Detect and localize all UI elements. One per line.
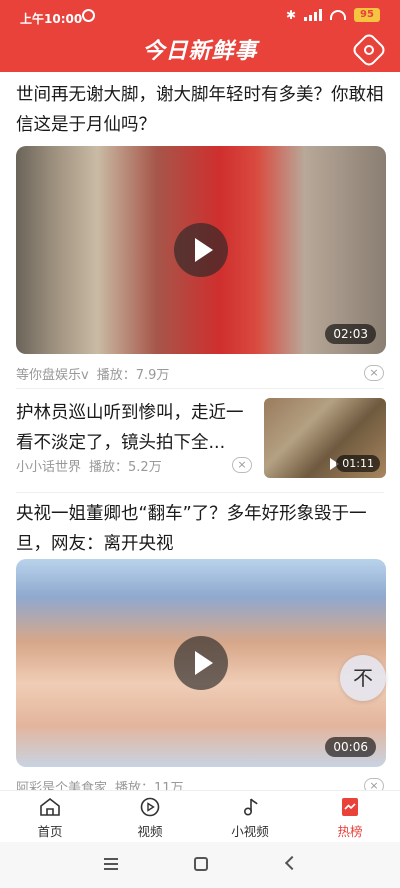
article-title[interactable]: 护林员巡山听到惨叫，走近一看不淡定了，镜头拍下全... [16, 398, 252, 458]
video-duration: 01:11 [336, 455, 380, 472]
tab-trending[interactable]: 热榜 [300, 791, 400, 842]
dismiss-icon[interactable]: × [364, 778, 384, 790]
video-play-icon [140, 797, 160, 817]
status-right-icons: ✱ 95 [286, 8, 380, 22]
divider [16, 388, 384, 389]
tab-video[interactable]: 视频 [100, 791, 200, 842]
article-meta: 小小话世界 播放：5.2万 [16, 456, 162, 475]
bluetooth-icon: ✱ [285, 8, 296, 22]
tab-label: 视频 [137, 824, 163, 839]
video-duration: 00:06 [325, 737, 376, 757]
battery-icon: 95 [354, 8, 380, 22]
play-count: 播放：7.9万 [96, 368, 170, 383]
scroll-to-top-button[interactable]: 不 [340, 655, 386, 701]
music-note-icon [244, 798, 258, 816]
play-icon[interactable] [174, 636, 228, 690]
wifi-icon [330, 10, 346, 20]
article-meta: 阿彩是个美食家 播放：11万 [16, 777, 184, 790]
feed-card-video[interactable]: 世间再无谢大脚，谢大脚年轻时有多美？你敢相信这是于月仙吗？ 02:03 等你盘娱… [16, 80, 386, 383]
status-time: 上午10:00 [20, 12, 83, 26]
feed-card-video[interactable]: 央视一姐董卿也“翻车”了？多年好形象毁于一旦，网友：离开央视 00:06 阿彩是… [16, 499, 386, 790]
trending-icon [342, 798, 358, 816]
feed-card-small[interactable]: 护林员巡山听到惨叫，走近一看不淡定了，镜头拍下全... 01:11 小小话世界播… [16, 398, 386, 478]
tab-home[interactable]: 首页 [0, 791, 100, 842]
back-icon[interactable] [284, 855, 300, 871]
bottom-tab-bar: 首页 视频 小视频 热榜 [0, 790, 400, 842]
alarm-icon [82, 9, 95, 22]
app-title: 今日新鲜事 [142, 39, 258, 64]
tab-short-video[interactable]: 小视频 [200, 791, 300, 842]
author-name[interactable]: 小小话世界 [16, 460, 81, 475]
article-title[interactable]: 世间再无谢大脚，谢大脚年轻时有多美？你敢相信这是于月仙吗？ [16, 80, 386, 140]
tab-label: 首页 [37, 824, 63, 839]
menu-icon[interactable] [104, 858, 118, 870]
video-thumbnail[interactable]: 02:03 [16, 146, 386, 354]
home-icon [40, 797, 60, 816]
author-name[interactable]: 等你盘娱乐v [16, 368, 89, 383]
signal-icon [304, 9, 322, 21]
dismiss-icon[interactable]: × [364, 365, 384, 381]
play-count: 播放：5.2万 [89, 460, 162, 475]
author-name[interactable]: 阿彩是个美食家 [16, 781, 107, 790]
system-nav-bar [0, 842, 400, 888]
video-thumbnail[interactable]: 01:11 [264, 398, 386, 478]
video-thumbnail[interactable]: 00:06 [16, 559, 386, 767]
article-title[interactable]: 央视一姐董卿也“翻车”了？多年好形象毁于一旦，网友：离开央视 [16, 499, 386, 559]
status-bar: 上午10:00 ✱ 95 [0, 0, 400, 32]
home-square-icon[interactable] [194, 857, 208, 871]
divider [16, 492, 384, 493]
app-header: 上午10:00 ✱ 95 今日新鲜事 [0, 0, 400, 72]
play-count: 播放：11万 [115, 781, 184, 790]
tab-label: 小视频 [231, 824, 269, 839]
play-icon[interactable] [174, 223, 228, 277]
article-meta: 等你盘娱乐v 播放：7.9万 [16, 364, 169, 383]
dismiss-icon[interactable]: × [232, 457, 252, 473]
video-duration: 02:03 [325, 324, 376, 344]
tab-label: 热榜 [337, 824, 363, 839]
